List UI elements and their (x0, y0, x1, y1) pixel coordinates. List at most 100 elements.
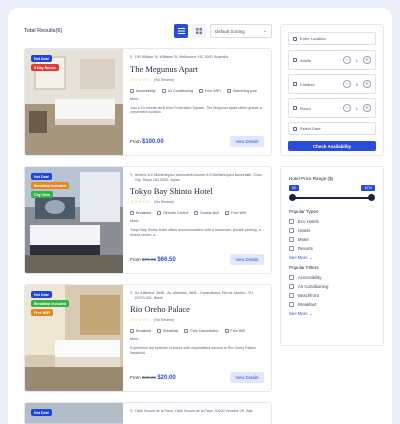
location-input[interactable]: Enter Location (288, 32, 376, 45)
amenity-item: Breakfast (130, 329, 151, 334)
room-stepper: Room − 1 + (288, 98, 376, 118)
hotel-title[interactable]: Tokyo Bay Shinto Hotel (130, 186, 265, 196)
see-more-types-link[interactable]: See More ⌄ (289, 253, 375, 262)
see-more-filters-link[interactable]: See More ⌄ (289, 309, 375, 318)
minus-button[interactable]: − (342, 80, 351, 88)
listing-card: Hot Deal ⚲ Calle Scuola de la Fava, Call… (24, 402, 272, 424)
rating: ☆☆☆☆☆ (No Review) (130, 77, 265, 83)
bed-icon (194, 211, 199, 216)
filter-option[interactable]: Air Conditioning (289, 282, 375, 291)
total-results: Total Results(6) (24, 28, 63, 34)
price: From $40.00 $20.00 (130, 375, 176, 381)
checkbox[interactable] (289, 302, 294, 307)
listing-card: Hot Deal 5 Day Rental ⚲ 190 William St, … (24, 48, 272, 156)
price: From $70.00 $66.50 (130, 257, 176, 263)
grid-view-button[interactable] (192, 24, 206, 38)
plus-button[interactable]: + (363, 56, 371, 64)
address: ⚲ Calle Scuola de la Fava, Calle Scuola … (130, 409, 264, 414)
hotel-photo[interactable]: Hot Deal 5 Day Rental (25, 49, 123, 155)
list-view-button[interactable] (174, 24, 188, 38)
check-availability-button[interactable]: Check Availability (288, 141, 376, 151)
map-pin-icon (293, 36, 297, 41)
availability-panel: Enter Location Adults − 1 + Children − 0… (280, 24, 384, 156)
breakfast-icon (130, 329, 134, 334)
plus-button[interactable]: + (363, 80, 371, 88)
plus-button[interactable]: + (363, 104, 371, 112)
amenity-item: Double Bed (194, 211, 219, 216)
remote-icon (157, 211, 162, 216)
children-label: Children (300, 81, 315, 87)
hotel-title[interactable]: Rio Oreho Palace (130, 304, 265, 314)
old-price: $40.00 (142, 375, 157, 380)
badge-city-view: City View (31, 191, 53, 198)
amenity-item: Free Cancellation (184, 329, 219, 334)
person-icon (293, 58, 297, 62)
checkbox[interactable] (289, 293, 294, 298)
listing-info: ⚲ Av. Atlântica, 3608 - Av. Atlântica, 3… (123, 285, 271, 391)
breakfast-icon (157, 329, 162, 334)
more-amenities-link[interactable]: More... (130, 97, 141, 101)
grid-icon (196, 28, 202, 34)
listing-info: ⚲ Calle Scuola de la Fava, Calle Scuola … (123, 403, 271, 424)
slider-track (292, 197, 372, 199)
type-option[interactable]: Eco Hotels (289, 217, 375, 226)
address-text: Calle Scuola de la Fava, Calle Scuola de… (134, 409, 253, 413)
checkbox[interactable] (289, 219, 294, 224)
filter-option[interactable]: Accessibility (289, 273, 375, 282)
hotel-title[interactable]: The Megunus Apart (130, 64, 265, 74)
adults-stepper: Adults − 1 + (288, 50, 376, 70)
date-input[interactable]: Select Date (288, 122, 376, 135)
listing-info: ⚲ Ichome-6-6 Nishishinjuku kamurakiti Ic… (123, 167, 271, 273)
view-details-button[interactable]: View Details (230, 254, 264, 265)
checkbox[interactable] (289, 275, 294, 280)
type-option[interactable]: Resorts (289, 244, 375, 253)
checkbox[interactable] (289, 284, 294, 289)
amenity-item: Remote Control (157, 211, 188, 216)
more-amenities-link[interactable]: More... (130, 219, 141, 223)
address-text: Ichome-6-6 Nishishinjuku kamurakiti Icho… (134, 173, 262, 182)
hotel-photo[interactable]: Hot Deal (25, 403, 123, 424)
badge-hot-deal: Hot Deal (31, 55, 52, 62)
amenity-item: Accessibility (130, 88, 156, 93)
checkbox[interactable] (289, 246, 294, 251)
badge-rental: 5 Day Rental (31, 64, 59, 71)
sort-select[interactable]: Default Sorting ⌄ (210, 24, 272, 38)
slider-max-handle[interactable] (368, 194, 375, 201)
filter-option[interactable]: Breakfast (289, 300, 375, 309)
popular-filters-title: Popular Filters (289, 265, 319, 270)
address-text: Av. Atlântica, 3608 - Av. Atlântica, 360… (134, 291, 254, 300)
rating: ☆☆☆☆☆ (No Review) (130, 199, 265, 205)
page: Total Results(6) Default Sorting ⌄ Hot D… (8, 8, 392, 424)
price-value: $20.00 (157, 375, 176, 381)
amenity-item: Breakfast (157, 329, 178, 334)
chevron-down-icon: ⌄ (263, 28, 267, 33)
type-option[interactable]: Motel (289, 235, 375, 244)
wifi-icon (225, 211, 230, 216)
type-option[interactable]: Hotels (289, 226, 375, 235)
view-details-button[interactable]: View Details (230, 372, 264, 383)
hotel-photo[interactable]: Hot Deal Breakfast Included City View (25, 167, 123, 273)
address: ⚲ Ichome-6-6 Nishishinjuku kamurakiti Ic… (130, 173, 265, 182)
listing-info: ⚲ 190 William St, Williams St, Melbourne… (123, 49, 271, 155)
hotel-photo[interactable]: Hot Deal Breakfast Included Free WiFi (25, 285, 123, 391)
amenity-item: Breakfast (130, 211, 151, 216)
adults-value: 1 (355, 57, 358, 63)
description: Tokyo Bay Shinto Hotel offers accommodat… (130, 228, 261, 237)
list-icon (177, 28, 185, 34)
review-count: (No Review) (154, 200, 174, 205)
more-amenities-link[interactable]: More... (130, 337, 141, 341)
price: From $100.00 (130, 139, 164, 145)
checkbox[interactable] (289, 237, 294, 242)
minus-button[interactable]: − (342, 104, 351, 112)
description: Just a 10-minute stroll from Federation … (130, 105, 262, 115)
date-placeholder: Select Date (300, 126, 321, 131)
minus-button[interactable]: − (342, 56, 351, 64)
view-details-button[interactable]: View Details (230, 136, 264, 147)
badge-breakfast: Breakfast Included (31, 182, 70, 189)
star-icon: ☆☆☆☆☆ (130, 76, 151, 82)
filter-option[interactable]: Beachfront (289, 291, 375, 300)
child-icon (293, 82, 297, 86)
slider-min-handle[interactable] (289, 194, 296, 201)
checkbox[interactable] (289, 228, 294, 233)
amenity-item: Air Conditioning (161, 88, 193, 93)
